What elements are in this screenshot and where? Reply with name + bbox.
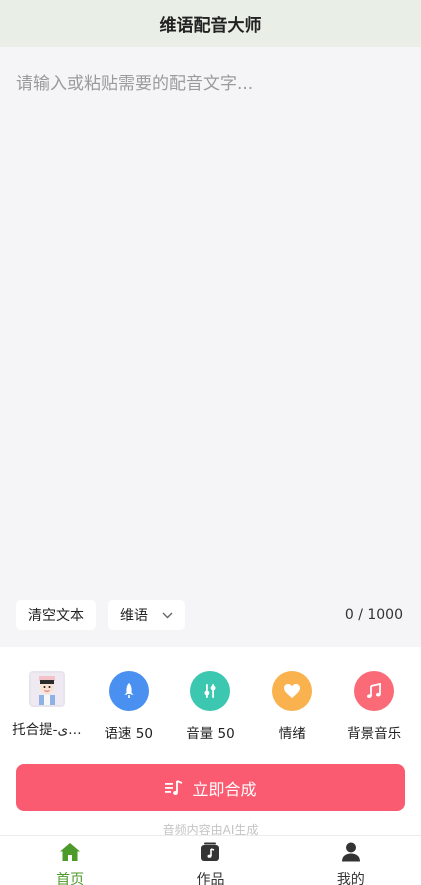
tab-home[interactable]: 首页 (0, 836, 140, 885)
editor-toolbar: 清空文本 维语 0 / 1000 (16, 600, 403, 630)
heart-icon (272, 671, 313, 711)
volume-option[interactable]: 音量 50 (170, 671, 250, 742)
home-icon (59, 842, 81, 866)
header-bar: 维语配音大师 (0, 0, 421, 47)
emotion-option[interactable]: 情绪 (252, 671, 332, 742)
clear-text-button[interactable]: 清空文本 (16, 600, 96, 630)
page-title: 维语配音大师 (159, 16, 262, 36)
music-note-icon (354, 671, 395, 711)
tab-profile-label: 我的 (336, 872, 365, 885)
equalizer-icon (190, 671, 231, 711)
works-icon (199, 842, 221, 866)
chevron-down-icon (162, 609, 173, 622)
language-label: 维语 (120, 608, 148, 624)
tab-works[interactable]: 作品 (140, 836, 280, 885)
app-root: 维语配音大师 清空文本 维语 0 / 1000 (0, 0, 421, 885)
emotion-label: 情绪 (278, 726, 306, 742)
rocket-icon (108, 671, 149, 711)
speed-option[interactable]: 语速 50 (89, 671, 169, 742)
synthesize-button[interactable]: 立即合成 (16, 764, 405, 811)
voice-label: 托合提-ی… (12, 722, 82, 738)
bottom-tab-bar: 首页 作品 我的 (0, 835, 421, 885)
clear-text-label: 清空文本 (28, 608, 84, 624)
tab-home-label: 首页 (56, 872, 85, 885)
speed-label: 语速 50 (104, 726, 153, 742)
synthesize-label: 立即合成 (192, 779, 257, 799)
language-select[interactable]: 维语 (108, 600, 185, 630)
option-row: 托合提-ی… 语速 50 音量 50 情绪 背景音乐 (0, 671, 421, 742)
char-counter: 0 / 1000 (344, 607, 403, 623)
music-label: 背景音乐 (347, 726, 402, 742)
music-option[interactable]: 背景音乐 (334, 671, 414, 742)
tab-profile[interactable]: 我的 (281, 836, 421, 885)
tab-works-label: 作品 (196, 872, 225, 885)
voice-selector[interactable]: 托合提-ی… (7, 671, 87, 742)
user-icon (340, 842, 362, 866)
playlist-music-icon (164, 779, 184, 797)
text-input[interactable] (0, 47, 421, 587)
text-editor-area (0, 47, 421, 647)
control-panel: 托合提-ی… 语速 50 音量 50 情绪 背景音乐 立即合成 音频内容由AI生… (0, 647, 421, 837)
voice-avatar (28, 671, 65, 707)
volume-label: 音量 50 (186, 726, 235, 742)
